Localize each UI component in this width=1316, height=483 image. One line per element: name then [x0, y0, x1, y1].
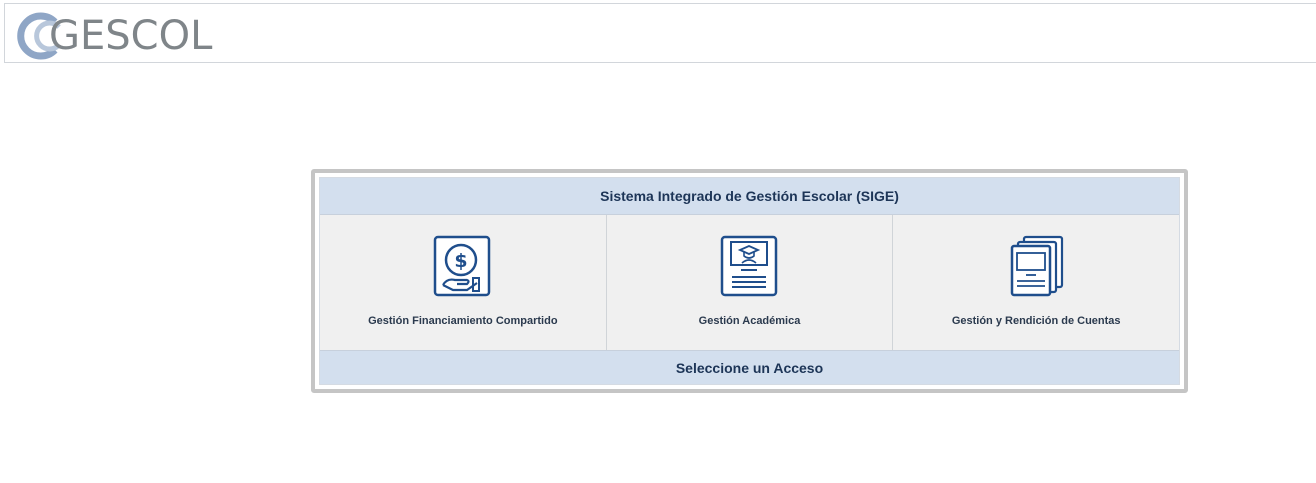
graduate-certificate-icon — [720, 235, 780, 297]
access-panel: Sistema Integrado de Gestión Escolar (SI… — [311, 169, 1188, 393]
panel-footer: Seleccione un Acceso — [320, 350, 1179, 384]
option-rendicion-cuentas[interactable]: Gestión y Rendición de Cuentas — [893, 215, 1179, 350]
option-financiamiento-compartido[interactable]: $ Gestión Financiamiento Compartido — [320, 215, 607, 350]
option-label: Gestión Académica — [698, 315, 801, 327]
svg-text:$: $ — [454, 250, 467, 272]
logo-text: GESCOL — [49, 13, 213, 59]
access-panel-inner: Sistema Integrado de Gestión Escolar (SI… — [319, 177, 1180, 385]
panel-title: Sistema Integrado de Gestión Escolar (SI… — [320, 178, 1179, 215]
option-label: Gestión Financiamiento Compartido — [368, 315, 558, 327]
stacked-documents-icon — [1006, 235, 1066, 297]
access-options: $ Gestión Financiamiento Compartido Gest… — [320, 215, 1179, 350]
top-header: GESCOL — [4, 3, 1316, 63]
money-hand-icon: $ — [433, 235, 493, 297]
option-gestion-academica[interactable]: Gestión Académica — [607, 215, 894, 350]
gescol-logo[interactable]: GESCOL — [15, 10, 225, 60]
option-label: Gestión y Rendición de Cuentas — [951, 315, 1121, 327]
